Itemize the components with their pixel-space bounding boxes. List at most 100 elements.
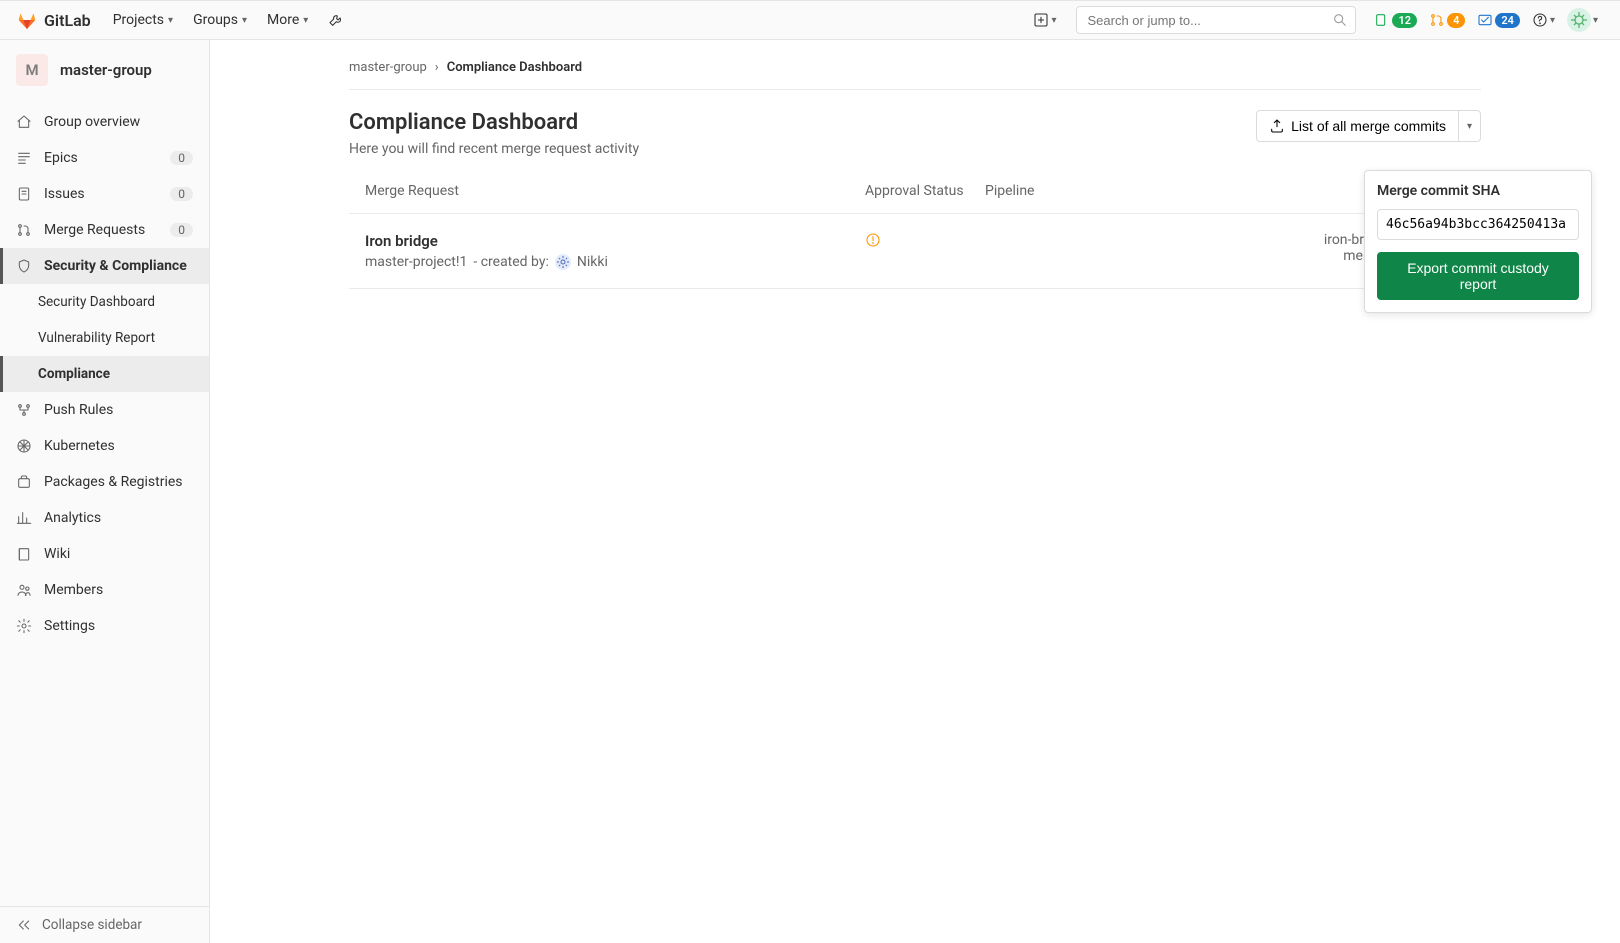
merge-icon	[16, 222, 32, 238]
list-merge-commits-button[interactable]: List of all merge commits	[1256, 110, 1459, 142]
sidebar-item-security-dashboard[interactable]: Security Dashboard	[0, 284, 209, 320]
breadcrumb-page: Compliance Dashboard	[447, 60, 582, 75]
sidebar-item-label: Security & Compliance	[44, 258, 187, 274]
sidebar-count: 0	[170, 187, 193, 201]
sidebar-item-label: Kubernetes	[44, 438, 115, 454]
sidebar-nav: Group overviewEpics0Issues0Merge Request…	[0, 100, 209, 906]
breadcrumb-group[interactable]: master-group	[349, 60, 427, 75]
sidebar-item-wiki[interactable]: Wiki	[0, 536, 209, 572]
sidebar-item-label: Packages & Registries	[44, 474, 183, 490]
new-menu[interactable]: ▾	[1025, 0, 1064, 40]
merge-commit-sha-input[interactable]	[1377, 209, 1579, 240]
home-icon	[16, 114, 32, 130]
nav-more[interactable]: More ▾	[257, 0, 318, 40]
sidebar-item-issues[interactable]: Issues 0	[0, 176, 209, 212]
issues-icon	[16, 186, 32, 202]
page-description: Here you will find recent merge request …	[349, 141, 639, 157]
main-content: master-group › Compliance Dashboard Comp…	[210, 40, 1620, 943]
members-icon	[16, 582, 32, 598]
sidebar-item-label: Security Dashboard	[38, 294, 155, 310]
sidebar-item-merge-requests[interactable]: Merge Requests 0	[0, 212, 209, 248]
settings-icon	[16, 618, 32, 634]
sidebar-item-members[interactable]: Members	[0, 572, 209, 608]
col-merge-request: Merge Request	[365, 183, 865, 199]
nav-merge-requests-counter[interactable]: 4	[1423, 12, 1471, 28]
export-popover: Merge commit SHA Export commit custody r…	[1364, 170, 1592, 313]
breadcrumb-separator: ›	[435, 60, 439, 75]
sidebar-item-kubernetes[interactable]: Kubernetes	[0, 428, 209, 464]
package-icon	[16, 474, 32, 490]
chevron-down-icon: ▾	[1467, 121, 1472, 132]
group-name: master-group	[60, 61, 152, 79]
gitlab-logo[interactable]: GitLab	[16, 9, 91, 31]
todos-icon	[1477, 12, 1493, 28]
epics-icon	[16, 150, 32, 166]
sidebar-item-vulnerability-report[interactable]: Vulnerability Report	[0, 320, 209, 356]
sidebar-item-label: Push Rules	[44, 402, 113, 418]
chevron-down-icon: ▾	[1593, 15, 1598, 26]
sidebar-item-group-overview[interactable]: Group overview	[0, 104, 209, 140]
sidebar-item-label: Merge Requests	[44, 222, 145, 238]
brand-name: GitLab	[44, 11, 91, 30]
mr-title: Iron bridge	[365, 232, 865, 250]
author-avatar	[555, 254, 571, 270]
chevron-down-icon: ▾	[168, 15, 173, 26]
nav-groups[interactable]: Groups ▾	[183, 0, 257, 40]
export-dropdown-toggle[interactable]: ▾	[1459, 110, 1481, 142]
mr-subtitle: master-project!1 - created by: Nikki	[365, 254, 865, 270]
sidebar-item-label: Settings	[44, 618, 95, 634]
sidebar-item-label: Members	[44, 582, 103, 598]
sidebar-item-label: Analytics	[44, 510, 101, 526]
wiki-icon	[16, 546, 32, 562]
sidebar-count: 0	[170, 223, 193, 237]
collapse-sidebar[interactable]: Collapse sidebar	[0, 906, 209, 943]
gitlab-icon	[16, 9, 38, 31]
sidebar-item-security-compliance[interactable]: Security & Compliance	[0, 248, 209, 284]
popover-label: Merge commit SHA	[1377, 183, 1579, 199]
pushrules-icon	[16, 402, 32, 418]
nav-admin-tool[interactable]	[318, 0, 354, 40]
sidebar-item-compliance[interactable]: Compliance	[0, 356, 209, 392]
global-search	[1076, 6, 1356, 34]
collapse-icon	[16, 917, 32, 933]
approval-warning-icon	[865, 236, 881, 252]
export-custody-report-button[interactable]: Export commit custody report	[1377, 252, 1579, 300]
search-icon	[1332, 12, 1348, 32]
col-approval-status: Approval Status	[865, 183, 985, 199]
chevron-down-icon: ▾	[1550, 15, 1555, 26]
merge-request-icon	[1429, 12, 1445, 28]
sidebar-item-label: Epics	[44, 150, 78, 166]
nav-issues-counter[interactable]: 12	[1368, 12, 1423, 28]
sidebar-item-analytics[interactable]: Analytics	[0, 500, 209, 536]
sidebar-item-packages-registries[interactable]: Packages & Registries	[0, 464, 209, 500]
sidebar: M master-group Group overviewEpics0Issue…	[0, 40, 210, 943]
help-icon	[1532, 12, 1548, 28]
sidebar-group-header[interactable]: M master-group	[0, 40, 209, 100]
sidebar-item-epics[interactable]: Epics 0	[0, 140, 209, 176]
shield-icon	[16, 258, 32, 274]
nav-todos-counter[interactable]: 24	[1471, 12, 1526, 28]
page-title: Compliance Dashboard	[349, 110, 639, 135]
sidebar-item-label: Wiki	[44, 546, 70, 562]
sidebar-item-label: Issues	[44, 186, 85, 202]
sidebar-item-label: Group overview	[44, 114, 140, 130]
search-input[interactable]	[1076, 6, 1356, 34]
sidebar-count: 0	[170, 151, 193, 165]
group-avatar: M	[16, 54, 48, 86]
top-navbar: GitLab Projects ▾ Groups ▾ More ▾ ▾ 12 4…	[0, 0, 1620, 40]
nav-projects[interactable]: Projects ▾	[103, 0, 183, 40]
sidebar-item-settings[interactable]: Settings	[0, 608, 209, 644]
issues-icon	[1374, 12, 1390, 28]
export-button-group: List of all merge commits ▾	[1256, 110, 1481, 142]
mr-row[interactable]: Iron bridge master-project!1 - created b…	[349, 214, 1481, 289]
nav-help[interactable]: ▾	[1526, 12, 1561, 28]
sidebar-item-label: Compliance	[38, 366, 110, 382]
nav-user-menu[interactable]: ▾	[1561, 8, 1604, 32]
sidebar-item-push-rules[interactable]: Push Rules	[0, 392, 209, 428]
chevron-down-icon: ▾	[1051, 15, 1056, 26]
mr-table-header: Merge Request Approval Status Pipeline	[349, 165, 1481, 214]
mr-author[interactable]: Nikki	[577, 254, 608, 270]
breadcrumb: master-group › Compliance Dashboard	[349, 56, 1481, 90]
kubernetes-icon	[16, 438, 32, 454]
col-pipeline: Pipeline	[985, 183, 1085, 199]
